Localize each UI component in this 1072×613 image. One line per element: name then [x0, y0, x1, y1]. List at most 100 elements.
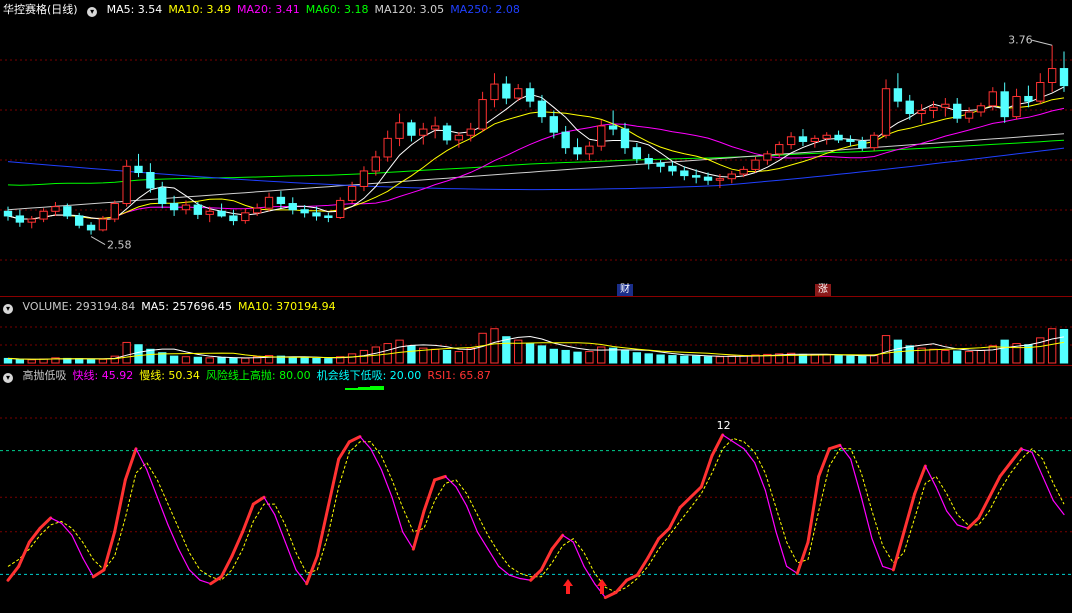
candle-body	[715, 178, 725, 181]
volume-bar	[585, 351, 594, 364]
fast-line-segment	[1031, 451, 1044, 478]
fast-line-segment	[219, 554, 234, 579]
volume-bar	[86, 359, 96, 364]
candle-body	[751, 159, 760, 170]
volume-label-0: VOLUME: 293194.84	[22, 300, 136, 313]
volume-bar	[858, 355, 867, 364]
fast-line-segment	[817, 447, 831, 478]
indicator-label-5: RSI1: 65.87	[427, 369, 491, 382]
volume-settings-toggle-icon[interactable]: ▾	[3, 304, 13, 314]
fast-line-segment	[263, 496, 276, 516]
candle-body	[86, 224, 96, 231]
fast-line-segment	[380, 468, 393, 498]
volume-bar	[347, 353, 357, 364]
volume-bar	[834, 355, 843, 364]
fast-line-segment	[156, 496, 169, 526]
candle-body	[39, 210, 48, 220]
fast-line-segment	[91, 568, 106, 579]
indicator-legend: ▾ 高抛低吸 快线: 45.92 慢线: 50.34 风险线上高抛: 80.00 机会线…	[3, 369, 503, 383]
candle-body	[644, 158, 653, 164]
candle-body	[75, 215, 84, 226]
candle-body	[442, 125, 452, 141]
candle-body	[597, 125, 606, 147]
limit-up-tag[interactable]: 涨	[815, 284, 831, 296]
volume-bar	[466, 347, 475, 364]
candle-body	[514, 88, 523, 99]
indicator-label-4: 机会线下低吸: 20.00	[316, 369, 422, 382]
candle-body	[347, 185, 357, 201]
fast-line-segment	[827, 443, 842, 451]
volume-bar	[561, 349, 570, 364]
volume-bar	[881, 335, 891, 364]
candle-body	[953, 103, 962, 119]
fast-line-segment	[17, 540, 31, 568]
candle-body	[478, 99, 487, 130]
volume-label-2: MA10: 370194.94	[237, 300, 336, 313]
price-candlestick-chart[interactable]: 3.76 2.58	[0, 0, 1072, 296]
volume-label-1: MA5: 257696.45	[141, 300, 232, 313]
candle-body	[917, 109, 926, 115]
fast-line-segment	[583, 565, 596, 585]
candle-body	[858, 140, 867, 149]
candle-body	[134, 165, 143, 173]
volume-bar	[300, 357, 309, 364]
indicator-label-2: 慢线: 50.34	[139, 369, 200, 382]
volume-panel[interactable]: ▾ VOLUME: 293194.84 MA5: 257696.45 MA10: 3…	[0, 297, 1072, 365]
candle-body	[146, 171, 155, 189]
finance-tag[interactable]: 财	[617, 284, 633, 296]
candle-body	[419, 128, 428, 136]
candle-body	[786, 136, 796, 146]
candle-body	[869, 134, 879, 149]
candle-body	[217, 210, 226, 217]
indicator-label-1: 快线: 45.92	[72, 369, 134, 382]
candle-body	[941, 103, 950, 108]
indicator-line-chart[interactable]: 12	[0, 366, 1072, 613]
volume-bar	[1047, 328, 1057, 364]
volume-bar	[941, 349, 950, 364]
ma-label-3: MA60: 3.18	[305, 3, 369, 16]
candle-body	[834, 134, 843, 141]
candle-body	[822, 134, 831, 139]
fast-line-segment	[508, 574, 521, 580]
indicator-settings-toggle-icon[interactable]: ▾	[3, 373, 13, 383]
volume-bar	[478, 332, 487, 364]
candle-body	[537, 100, 547, 118]
candle-body	[241, 212, 250, 222]
candle-body	[632, 147, 642, 160]
fast-line-segment	[50, 517, 62, 524]
fast-line-segment	[274, 513, 286, 543]
candle-body	[51, 206, 60, 212]
fast-line-segment	[956, 524, 969, 529]
candle-body	[407, 122, 416, 136]
signal-bar	[370, 386, 384, 390]
fast-line-segment	[743, 448, 756, 464]
slow-line	[7, 437, 1065, 593]
indicator-panel[interactable]: ▾ 高抛低吸 快线: 45.92 慢线: 50.34 风险线上高抛: 80.00 机会线…	[0, 366, 1072, 613]
candle-body	[300, 209, 309, 214]
indicator-peak-label: 12	[717, 419, 731, 432]
price-panel[interactable]: 华控赛格(日线) ▾ MA5: 3.54 MA10: 3.49 MA20: 3.41…	[0, 0, 1072, 296]
candle-body	[727, 173, 736, 180]
fast-line-segment	[251, 495, 266, 506]
volume-bar	[454, 351, 464, 364]
volume-bar	[1000, 339, 1009, 364]
fast-line-segment	[6, 564, 21, 582]
volume-bar	[241, 357, 250, 364]
candle-body	[1012, 95, 1021, 118]
fast-line-segment	[614, 578, 629, 594]
candle-body	[929, 106, 938, 111]
ma60-line	[7, 139, 1065, 186]
fast-line-segment	[839, 444, 852, 460]
high-price-label: 3.76	[1008, 33, 1032, 46]
fast-line-segment	[284, 541, 297, 571]
volume-bar	[98, 358, 108, 364]
candle-body	[3, 210, 13, 217]
volume-bar	[193, 356, 203, 364]
volume-bar	[703, 356, 713, 364]
volume-bar	[597, 346, 606, 364]
fast-line-segment	[422, 478, 437, 513]
fast-line-segment	[241, 502, 255, 534]
candle-body	[193, 204, 203, 215]
fast-line-segment	[305, 554, 319, 586]
price-settings-toggle-icon[interactable]: ▾	[87, 7, 98, 17]
